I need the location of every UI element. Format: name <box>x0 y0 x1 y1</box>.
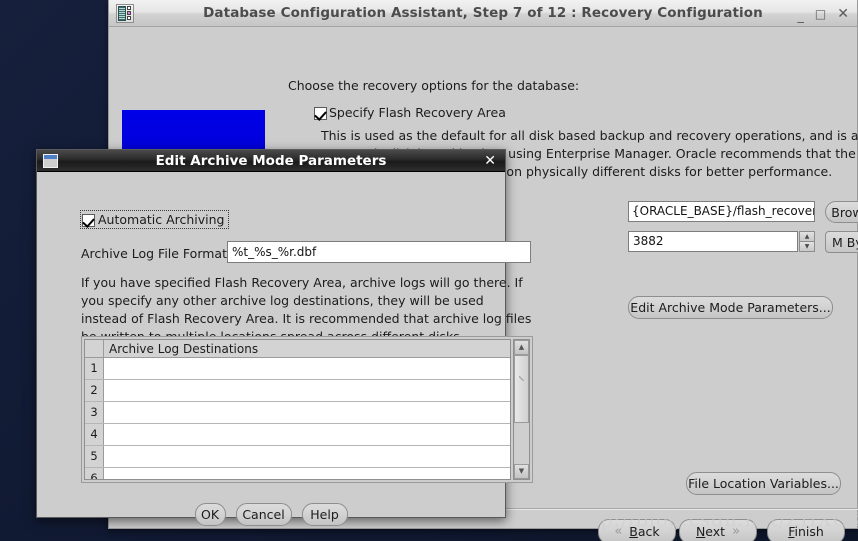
table-vertical-scrollbar[interactable]: ▲ ▼ <box>513 339 530 480</box>
table-header-row: Archive Log Destinations <box>85 340 510 358</box>
archive-log-file-format-input[interactable]: %t_%s_%r.dbf <box>227 241 531 263</box>
finish-label-rest: inish <box>794 524 824 539</box>
row-value-cell[interactable] <box>104 358 510 379</box>
table-row[interactable]: 1 <box>85 358 510 380</box>
automatic-archiving-checkbox[interactable] <box>82 213 95 227</box>
dialog-title: Edit Archive Mode Parameters <box>155 152 387 169</box>
back-label-rest: ack <box>637 524 660 539</box>
next-button[interactable]: Next » <box>679 519 757 541</box>
scroll-up-icon[interactable]: ▲ <box>514 340 529 355</box>
row-number: 2 <box>85 380 104 401</box>
minimize-icon[interactable]: _ <box>797 10 804 23</box>
archive-log-file-format-label: Archive Log File Format <box>81 246 227 261</box>
file-location-variables-button[interactable]: File Location Variables... <box>686 472 841 495</box>
dialog-button-bar: OK Cancel Help <box>37 503 505 526</box>
row-number: 6 <box>85 468 104 479</box>
row-value-cell[interactable] <box>104 468 510 479</box>
main-window-titlebar[interactable]: Database Configuration Assistant, Step 7… <box>109 0 857 27</box>
stepper-up-icon[interactable]: ▲ <box>799 231 815 241</box>
back-mnemonic: B <box>629 524 638 539</box>
scrollbar-track[interactable] <box>514 355 529 464</box>
table-row[interactable]: 4 <box>85 424 510 446</box>
table-row[interactable]: 2 <box>85 380 510 402</box>
table-corner-cell <box>85 340 104 357</box>
table-inner: Archive Log Destinations 1 2 3 4 5 6 <box>84 339 511 480</box>
back-button[interactable]: « Back <box>598 519 676 541</box>
cancel-button[interactable]: Cancel <box>235 503 292 526</box>
stepper-down-icon[interactable]: ▼ <box>799 241 815 252</box>
window-controls: _ □ ✕ <box>797 0 849 27</box>
dbca-icon-dot-3 <box>127 16 131 20</box>
maximize-icon[interactable]: □ <box>815 8 826 20</box>
row-number: 5 <box>85 446 104 467</box>
flash-recovery-size-stepper[interactable]: ▲ ▼ <box>799 231 815 252</box>
next-mnemonic: N <box>695 524 706 539</box>
row-number: 4 <box>85 424 104 445</box>
dbca-icon-dots <box>127 6 131 20</box>
table-row[interactable]: 6 <box>85 468 510 479</box>
dialog-titlebar[interactable]: Edit Archive Mode Parameters ✕ <box>37 150 505 172</box>
finish-button[interactable]: Finish <box>767 519 845 541</box>
flash-recovery-area-input[interactable]: {ORACLE_BASE}/flash_recovery_ <box>628 201 815 222</box>
row-value-cell[interactable] <box>104 446 510 467</box>
main-window-title: Database Configuration Assistant, Step 7… <box>203 5 763 21</box>
next-label-rest: ext <box>705 524 726 539</box>
dbca-app-icon <box>116 3 134 23</box>
table-row[interactable]: 5 <box>85 446 510 468</box>
browse-button[interactable]: Browse... <box>825 201 858 223</box>
table-row[interactable]: 3 <box>85 402 510 424</box>
archive-log-destinations-table: Archive Log Destinations 1 2 3 4 5 6 ▲ ▼ <box>81 336 533 483</box>
close-icon[interactable]: ✕ <box>837 7 849 21</box>
back-arrow-icon: « <box>614 524 623 539</box>
edit-archive-mode-parameters-dialog: Edit Archive Mode Parameters ✕ Automatic… <box>36 149 533 526</box>
specify-flash-recovery-area-row[interactable]: Specify Flash Recovery Area <box>314 106 506 120</box>
row-number: 1 <box>85 358 104 379</box>
automatic-archiving-label: Automatic Archiving <box>98 212 225 227</box>
table-body: 1 2 3 4 5 6 <box>85 358 510 479</box>
ok-button[interactable]: OK <box>194 503 226 526</box>
scrollbar-thumb[interactable] <box>514 355 529 423</box>
flash-recovery-size-input[interactable]: 3882 <box>628 231 798 252</box>
page-intro-text: Choose the recovery options for the data… <box>288 78 580 93</box>
help-button[interactable]: Help <box>301 503 348 526</box>
automatic-archiving-row[interactable]: Automatic Archiving <box>80 210 229 229</box>
dbca-icon-dot-2 <box>127 11 131 15</box>
row-value-cell[interactable] <box>104 380 510 401</box>
specify-flash-recovery-area-label: Specify Flash Recovery Area <box>329 105 506 120</box>
row-value-cell[interactable] <box>104 424 510 445</box>
dialog-body: Automatic Archiving Archive Log File For… <box>37 172 533 526</box>
dbca-icon-dot-1 <box>127 6 131 10</box>
size-unit-select[interactable]: M Bytes <box>825 231 858 253</box>
dialog-window-icon <box>43 153 58 168</box>
row-number: 3 <box>85 402 104 423</box>
dbca-icon-strip <box>118 5 126 21</box>
specify-flash-recovery-area-checkbox[interactable] <box>314 107 327 120</box>
edit-archive-mode-parameters-button[interactable]: Edit Archive Mode Parameters... <box>628 296 833 319</box>
scroll-down-icon[interactable]: ▼ <box>514 464 529 479</box>
dialog-close-icon[interactable]: ✕ <box>484 153 496 169</box>
row-value-cell[interactable] <box>104 402 510 423</box>
table-column-header: Archive Log Destinations <box>109 342 259 356</box>
next-arrow-icon: » <box>732 524 741 539</box>
size-unit-value: M Bytes <box>832 234 858 250</box>
